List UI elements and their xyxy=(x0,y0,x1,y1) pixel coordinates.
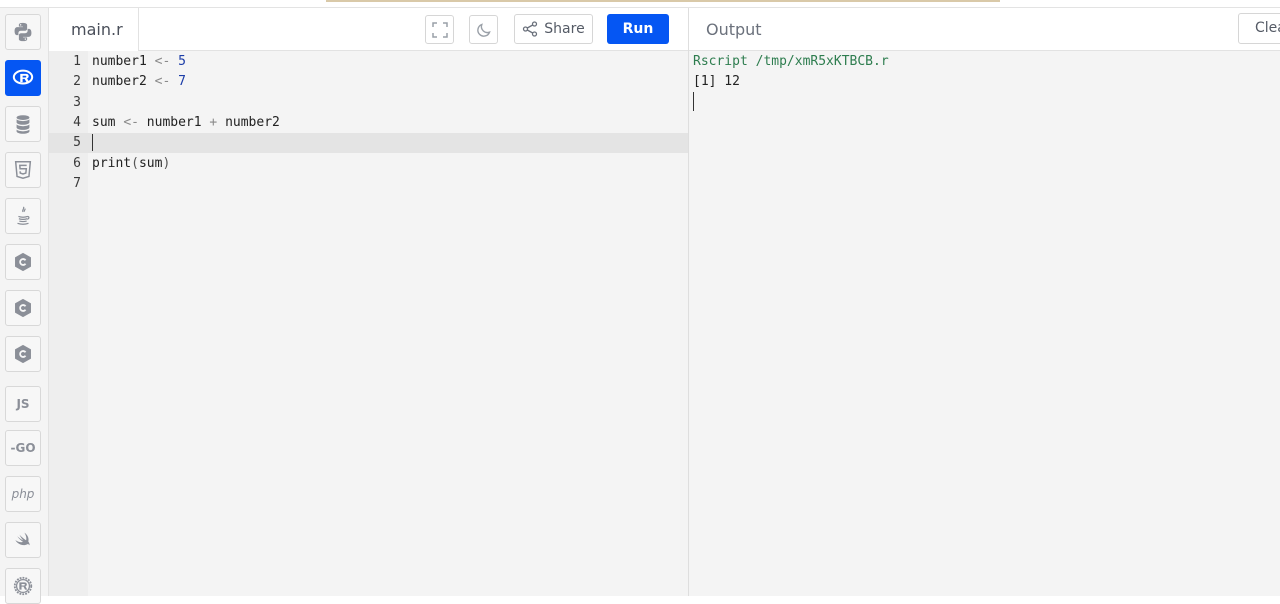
language-button-html[interactable] xyxy=(5,152,41,188)
php-icon: php xyxy=(11,487,35,501)
code-token: sum xyxy=(138,155,163,171)
language-button-sql[interactable] xyxy=(5,106,41,142)
editor-header: main.r Share Run xyxy=(49,8,689,51)
moon-icon xyxy=(476,22,491,37)
language-button-go[interactable]: -GO xyxy=(5,430,41,466)
code-line[interactable]: print(sum) xyxy=(92,154,170,174)
file-tab-main-r[interactable]: main.r xyxy=(49,8,139,51)
code-line[interactable]: number1 <- 5 xyxy=(92,52,186,72)
line-number: 4 xyxy=(73,114,81,130)
r-icon xyxy=(12,67,34,89)
code-token: <- xyxy=(154,74,171,90)
output-command-line: Rscript /tmp/xmR5xKTBCB.r xyxy=(693,54,889,69)
language-sidebar: JS -GO php xyxy=(0,8,49,604)
rust-icon xyxy=(12,575,34,597)
language-button-csharp[interactable] xyxy=(5,336,41,372)
language-button-c[interactable] xyxy=(5,244,41,280)
code-token: 5 xyxy=(178,54,186,69)
code-token: number2 xyxy=(217,114,280,130)
active-line-highlight xyxy=(49,133,689,153)
line-number: 6 xyxy=(73,155,81,171)
code-token: 7 xyxy=(178,74,186,90)
code-token: <- xyxy=(123,114,139,130)
line-number: 1 xyxy=(73,54,81,69)
share-label: Share xyxy=(544,21,585,37)
share-icon xyxy=(523,21,538,37)
output-console[interactable] xyxy=(689,51,1280,596)
output-header: Output Clear xyxy=(689,8,1280,51)
c-icon xyxy=(12,251,34,273)
output-result-line: [1] 12 xyxy=(693,74,740,90)
top-accent-bar xyxy=(326,0,1000,2)
fullscreen-icon xyxy=(431,21,448,38)
code-token: sum xyxy=(92,114,124,130)
code-token: number2 xyxy=(92,74,155,90)
fullscreen-button[interactable] xyxy=(425,15,454,44)
code-token: ) xyxy=(162,155,171,171)
language-button-swift[interactable] xyxy=(5,522,41,558)
language-button-r[interactable] xyxy=(5,60,41,96)
python-icon xyxy=(12,21,34,43)
csharp-icon xyxy=(12,343,34,365)
code-token: ( xyxy=(131,155,139,171)
javascript-icon: JS xyxy=(16,397,30,411)
code-token: print xyxy=(92,155,132,171)
language-button-java[interactable] xyxy=(5,198,41,234)
code-line[interactable]: sum <- number1 + number2 xyxy=(92,113,280,133)
output-cursor xyxy=(693,92,694,111)
html5-icon xyxy=(12,159,34,181)
go-icon: -GO xyxy=(10,441,36,455)
editor-cursor xyxy=(92,134,93,151)
line-number: 3 xyxy=(73,94,81,110)
swift-icon xyxy=(12,529,34,551)
line-number: 5 xyxy=(73,135,81,151)
line-number: 2 xyxy=(73,74,81,90)
language-button-rust[interactable] xyxy=(5,568,41,604)
cpp-icon xyxy=(12,297,34,319)
line-number: 7 xyxy=(73,175,81,191)
code-token: number1 xyxy=(92,54,155,69)
run-button[interactable]: Run xyxy=(607,14,669,44)
code-token: <- xyxy=(154,54,171,69)
database-icon xyxy=(12,113,34,135)
dark-mode-button[interactable] xyxy=(469,15,498,44)
language-button-js[interactable]: JS xyxy=(5,386,41,422)
language-button-python[interactable] xyxy=(5,14,41,50)
code-token: number1 xyxy=(138,114,210,130)
code-line[interactable]: number2 <- 7 xyxy=(92,72,186,92)
java-icon xyxy=(12,205,34,227)
browser-top-strip xyxy=(0,0,1280,8)
share-button[interactable]: Share xyxy=(514,14,593,44)
language-button-php[interactable]: php xyxy=(5,476,41,512)
language-button-cpp[interactable] xyxy=(5,290,41,326)
output-title: Output xyxy=(706,20,762,39)
clear-button[interactable]: Clear xyxy=(1238,13,1280,44)
